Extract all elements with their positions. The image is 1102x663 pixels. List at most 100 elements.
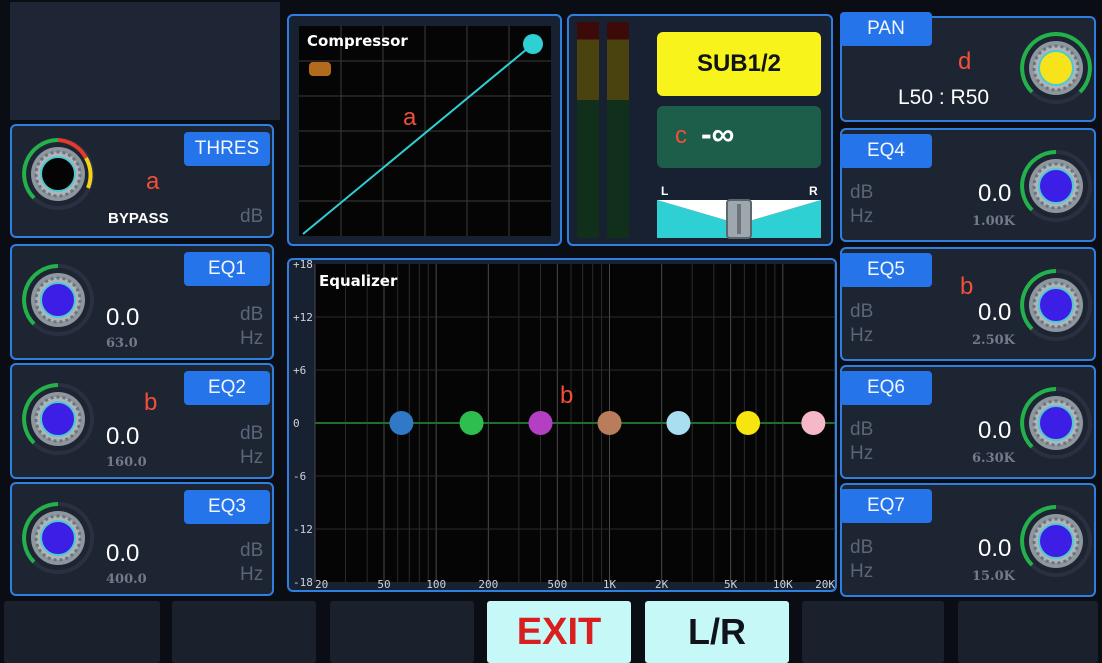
eq2-tag[interactable]: EQ2	[184, 371, 270, 405]
eq1-frequency: 63.0	[106, 336, 138, 351]
eq-band-3-point[interactable]	[528, 411, 553, 435]
pan-tag[interactable]: PAN	[840, 12, 932, 46]
exit-button[interactable]: EXIT	[487, 601, 631, 663]
eq7-panel[interactable]: EQ7 dB Hz 0.0 15.0K	[840, 483, 1096, 597]
threshold-knob[interactable]	[20, 136, 96, 212]
annotation-b-equalizer: b	[560, 382, 574, 409]
exit-label: EXIT	[516, 611, 602, 653]
threshold-panel[interactable]: THRES a BYPASS dB	[10, 124, 274, 238]
eq6-panel[interactable]: EQ6 dB Hz 0.0 6.30K	[840, 365, 1096, 479]
equalizer-title: Equalizer	[319, 272, 398, 290]
eq7-frequency: 15.0K	[972, 569, 1015, 584]
eq-x-tick-label: 10K	[773, 578, 793, 590]
eq-band-4-point[interactable]	[597, 411, 622, 435]
eq-band-5-point[interactable]	[666, 411, 691, 435]
eq5-knob[interactable]	[1018, 267, 1094, 343]
bottom-button-2[interactable]	[172, 601, 316, 663]
eq3-gain-value: 0.0	[106, 540, 140, 567]
eq3-frequency: 400.0	[106, 572, 147, 587]
annotation-b-eq5: b	[960, 273, 974, 300]
eq4-db-unit: dB	[850, 182, 874, 203]
lr-label: L/R	[688, 611, 746, 652]
eq-x-tick-label: 500	[547, 578, 567, 590]
eq-band-7-point[interactable]	[801, 411, 826, 435]
eq-x-tick-label: 20K	[815, 578, 835, 590]
eq2-gain-value: 0.0	[106, 423, 140, 450]
eq-x-tick-label: 1K	[603, 578, 617, 590]
bus-label: SUB1/2	[696, 50, 782, 77]
balance-right-label: R	[809, 184, 818, 198]
eq3-hz-unit: Hz	[240, 564, 264, 585]
eq-y-tick-label: +12	[293, 311, 313, 324]
compressor-title: Compressor	[307, 32, 408, 50]
eq7-tag[interactable]: EQ7	[840, 489, 932, 523]
eq6-frequency: 6.30K	[972, 451, 1015, 466]
threshold-unit: dB	[240, 206, 264, 227]
eq5-db-unit: dB	[850, 301, 874, 322]
compressor-panel: Compressor a	[287, 14, 562, 246]
eq-band-1-point[interactable]	[389, 411, 414, 435]
eq7-hz-unit: Hz	[850, 561, 874, 582]
annotation-a-left: a	[146, 168, 160, 195]
eq4-panel[interactable]: EQ4 dB Hz 0.0 1.00K	[840, 128, 1096, 242]
eq-y-tick-label: -18	[293, 576, 313, 589]
eq-x-tick-label: 20	[315, 578, 328, 590]
eq2-hz-unit: Hz	[240, 447, 264, 468]
eq5-hz-unit: Hz	[850, 325, 874, 346]
annotation-b-eq2: b	[144, 389, 158, 416]
eq-x-tick-label: 200	[478, 578, 498, 590]
eq1-hz-unit: Hz	[240, 328, 264, 349]
eq1-db-unit: dB	[240, 304, 264, 325]
eq3-knob[interactable]	[20, 500, 96, 576]
eq1-tag[interactable]: EQ1	[184, 252, 270, 286]
eq4-tag[interactable]: EQ4	[840, 134, 932, 168]
pan-panel[interactable]: PAN d L50 : R50	[840, 12, 1096, 122]
eq2-panel[interactable]: EQ2 b 0.0 dB Hz 160.0	[10, 363, 274, 479]
eq5-gain-value: 0.0	[978, 299, 1012, 326]
eq4-hz-unit: Hz	[850, 206, 874, 227]
eq7-knob[interactable]	[1018, 503, 1094, 579]
eq5-frequency: 2.50K	[972, 333, 1015, 348]
eq1-panel[interactable]: EQ1 0.0 dB Hz 63.0	[10, 244, 274, 360]
eq2-db-unit: dB	[240, 423, 264, 444]
threshold-tag[interactable]: THRES	[184, 132, 270, 166]
eq5-tag[interactable]: EQ5	[840, 253, 932, 287]
eq4-gain-value: 0.0	[978, 180, 1012, 207]
bottom-button-7[interactable]	[958, 601, 1098, 663]
eq2-knob[interactable]	[20, 381, 96, 457]
eq6-db-unit: dB	[850, 419, 874, 440]
pan-knob[interactable]	[1018, 30, 1094, 106]
lr-button[interactable]: L/R	[645, 601, 789, 663]
eq-x-tick-label: 2K	[655, 578, 669, 590]
eq7-gain-value: 0.0	[978, 535, 1012, 562]
eq6-tag[interactable]: EQ6	[840, 371, 932, 405]
bypass-label[interactable]: BYPASS	[108, 210, 169, 227]
balance-slider[interactable]	[657, 198, 821, 240]
eq4-knob[interactable]	[1018, 148, 1094, 224]
eq3-panel[interactable]: EQ3 0.0 dB Hz 400.0	[10, 482, 274, 596]
eq6-knob[interactable]	[1018, 385, 1094, 461]
bottom-button-6[interactable]	[802, 601, 944, 663]
eq2-frequency: 160.0	[106, 455, 147, 470]
eq5-panel[interactable]: EQ5 b dB Hz 0.0 2.50K	[840, 247, 1096, 361]
compressor-graph[interactable]	[299, 26, 551, 236]
eq-y-tick-label: +18	[293, 260, 313, 271]
level-meter-right	[607, 22, 629, 238]
eq1-knob[interactable]	[20, 262, 96, 338]
equalizer-graph[interactable]: +18 +12 +6 0 -6 -12 -18 20 50 100 200 500 1K 2K 5K 10K…	[289, 260, 835, 590]
eq-band-2-point[interactable]	[459, 411, 484, 435]
eq3-db-unit: dB	[240, 540, 264, 561]
bottom-button-1[interactable]	[4, 601, 160, 663]
top-left-empty	[10, 2, 280, 120]
eq-y-tick-label: +6	[293, 364, 306, 377]
eq3-tag[interactable]: EQ3	[184, 490, 270, 524]
eq7-db-unit: dB	[850, 537, 874, 558]
equalizer-panel: +18 +12 +6 0 -6 -12 -18 20 50 100 200 500 1K 2K 5K 10K…	[287, 258, 837, 592]
eq4-frequency: 1.00K	[972, 214, 1015, 229]
eq-band-6-point[interactable]	[736, 411, 761, 435]
balance-left-label: L	[661, 184, 669, 198]
level-value: -∞	[701, 116, 735, 152]
eq-x-tick-label: 5K	[724, 578, 738, 590]
bottom-button-3[interactable]	[330, 601, 474, 663]
annotation-d: d	[958, 48, 972, 75]
